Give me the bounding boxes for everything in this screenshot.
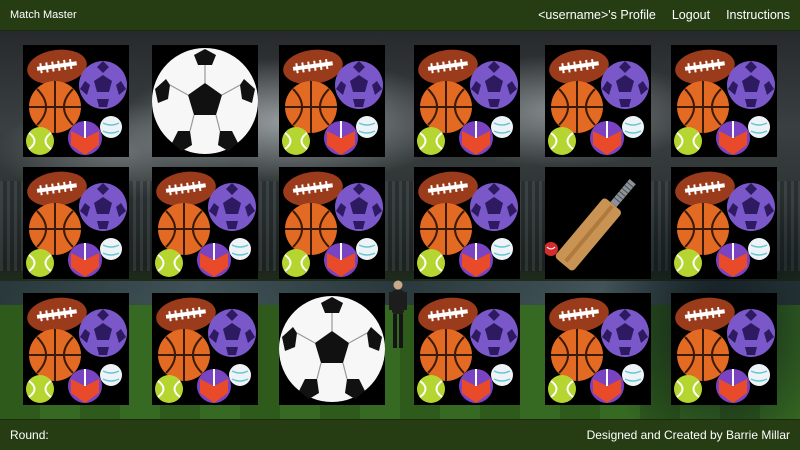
card-back[interactable] [23,167,129,279]
card-back[interactable] [414,45,520,157]
sports-balls-icon [23,293,129,405]
cricket-bat-icon [545,167,651,279]
app-title: Match Master [10,9,77,21]
top-bar: Match Master <username>'s Profile Logout… [0,0,800,31]
card-back[interactable] [279,167,385,279]
soccer-ball-icon [279,293,385,405]
card-back[interactable] [414,293,520,405]
sports-balls-icon [23,167,129,279]
card-back[interactable] [671,45,777,157]
sports-balls-icon [671,293,777,405]
credit-text: Designed and Created by Barrie Millar [586,428,790,442]
sports-balls-icon [545,45,651,157]
card-back[interactable] [23,293,129,405]
card-face[interactable] [152,45,258,157]
sports-balls-icon [414,167,520,279]
card-back[interactable] [545,293,651,405]
card-back[interactable] [671,167,777,279]
round-label: Round: [10,428,49,442]
sports-balls-icon [545,293,651,405]
card-back[interactable] [152,293,258,405]
profile-link[interactable]: <username>'s Profile [538,8,656,22]
sports-balls-icon [671,167,777,279]
card-face[interactable] [545,167,651,279]
card-back[interactable] [279,45,385,157]
card-back[interactable] [671,293,777,405]
card-face[interactable] [279,293,385,405]
card-grid [0,31,800,419]
sports-balls-icon [152,293,258,405]
bottom-bar: Round: Designed and Created by Barrie Mi… [0,419,800,450]
sports-balls-icon [414,45,520,157]
soccer-ball-icon [152,45,258,157]
logout-link[interactable]: Logout [672,8,710,22]
sports-balls-icon [414,293,520,405]
sports-balls-icon [23,45,129,157]
sports-balls-icon [279,167,385,279]
sports-balls-icon [152,167,258,279]
instructions-link[interactable]: Instructions [726,8,790,22]
sports-balls-icon [671,45,777,157]
sports-balls-icon [279,45,385,157]
card-back[interactable] [414,167,520,279]
card-back[interactable] [545,45,651,157]
top-nav: <username>'s Profile Logout Instructions [538,8,790,22]
card-back[interactable] [23,45,129,157]
card-back[interactable] [152,167,258,279]
